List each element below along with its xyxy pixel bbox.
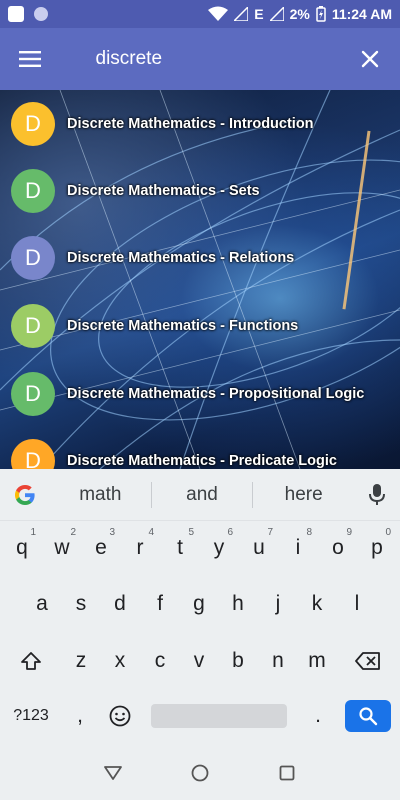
key-p[interactable]: p0: [357, 523, 397, 573]
shift-icon: [21, 652, 41, 670]
emoji-key[interactable]: [100, 691, 140, 741]
key-d[interactable]: d: [100, 579, 140, 629]
wifi-icon: [208, 6, 229, 22]
result-avatar: D: [11, 169, 55, 213]
home-circle-icon: [191, 764, 209, 782]
key-z[interactable]: z: [61, 636, 101, 686]
key-b[interactable]: b: [218, 636, 258, 686]
search-input[interactable]: [59, 39, 341, 79]
result-title: Discrete Mathematics - Relations: [67, 250, 295, 266]
microphone-button[interactable]: [354, 483, 400, 506]
battery-percent: 2%: [289, 6, 310, 22]
result-title: Discrete Mathematics - Propositional Log…: [67, 386, 365, 402]
result-item-propositional-logic[interactable]: D Discrete Mathematics - Propositional L…: [0, 360, 400, 428]
battery-charging-icon: [316, 6, 326, 22]
key-row-1: q1 w2 e3 r4 t5 y6 u7 i8 o9 p0: [0, 523, 400, 573]
key-x[interactable]: x: [100, 636, 140, 686]
key-l[interactable]: l: [337, 579, 377, 629]
network-type-label: E: [254, 6, 264, 22]
key-row-4: ?123 , .: [0, 691, 400, 741]
key-m[interactable]: m: [297, 636, 337, 686]
home-button[interactable]: [180, 753, 220, 793]
result-item-relations[interactable]: D Discrete Mathematics - Relations: [0, 224, 400, 292]
search-icon: [359, 707, 378, 726]
notification-dot-icon: [34, 7, 48, 21]
key-w[interactable]: w2: [42, 523, 82, 573]
back-triangle-icon: [104, 766, 123, 780]
soft-keyboard: math and here q1 w2 e3 r4 t5 y6 u7 i8 o9…: [0, 469, 400, 746]
result-avatar: D: [11, 236, 55, 280]
menu-button[interactable]: [0, 28, 60, 90]
result-item-predicate-logic[interactable]: D Discrete Mathematics - Predicate Logic: [0, 427, 400, 469]
back-button[interactable]: [93, 753, 133, 793]
key-row-2: a s d f g h j k l: [0, 579, 400, 629]
comma-key[interactable]: ,: [62, 691, 98, 741]
status-bar: E 2% 11:24 AM: [0, 0, 400, 28]
result-title: Discrete Mathematics - Sets: [67, 183, 260, 199]
result-item-introduction[interactable]: D Discrete Mathematics - Introduction: [0, 90, 400, 158]
result-avatar: D: [11, 439, 55, 469]
key-c[interactable]: c: [140, 636, 180, 686]
close-icon: [362, 50, 379, 68]
key-t[interactable]: t5: [160, 523, 200, 573]
notification-square-icon: [8, 6, 24, 22]
suggestion-and[interactable]: and: [152, 484, 253, 506]
key-j[interactable]: j: [258, 579, 298, 629]
key-v[interactable]: v: [179, 636, 219, 686]
key-i[interactable]: i8: [278, 523, 318, 573]
result-item-functions[interactable]: D Discrete Mathematics - Functions: [0, 292, 400, 360]
google-logo-icon[interactable]: [0, 483, 50, 507]
search-key[interactable]: [345, 700, 391, 732]
result-title: Discrete Mathematics - Introduction: [67, 116, 314, 132]
emoji-icon: [109, 705, 131, 727]
key-e[interactable]: e3: [81, 523, 121, 573]
key-s[interactable]: s: [61, 579, 101, 629]
key-h[interactable]: h: [218, 579, 258, 629]
period-key[interactable]: .: [298, 691, 338, 741]
result-item-sets[interactable]: D Discrete Mathematics - Sets: [0, 157, 400, 225]
recents-square-icon: [279, 765, 295, 781]
recents-button[interactable]: [267, 753, 307, 793]
signal-strength-icon: [269, 7, 284, 21]
result-avatar: D: [11, 372, 55, 416]
system-navigation-bar: [0, 746, 400, 800]
result-avatar: D: [11, 102, 55, 146]
result-avatar: D: [11, 304, 55, 348]
backspace-key[interactable]: [344, 636, 392, 686]
key-k[interactable]: k: [297, 579, 337, 629]
key-n[interactable]: n: [258, 636, 298, 686]
shift-key[interactable]: [8, 636, 54, 686]
suggestion-here[interactable]: here: [253, 484, 354, 506]
key-row-3: z x c v b n m: [0, 636, 400, 686]
close-search-button[interactable]: [341, 28, 400, 90]
app-bar: [0, 28, 400, 90]
suggestion-bar: math and here: [0, 469, 400, 521]
hamburger-menu-icon: [18, 51, 41, 67]
result-title: Discrete Mathematics - Functions: [67, 318, 299, 334]
result-title: Discrete Mathematics - Predicate Logic: [67, 453, 337, 469]
key-q[interactable]: q1: [2, 523, 42, 573]
signal-icon: [234, 7, 249, 21]
backspace-icon: [355, 652, 380, 670]
key-g[interactable]: g: [179, 579, 219, 629]
suggestion-math[interactable]: math: [50, 484, 151, 506]
microphone-icon: [369, 483, 386, 505]
key-a[interactable]: a: [22, 579, 62, 629]
key-y[interactable]: y6: [199, 523, 239, 573]
search-results-list: D Discrete Mathematics - Introduction D …: [0, 90, 400, 469]
space-key[interactable]: [151, 704, 287, 728]
key-u[interactable]: u7: [239, 523, 279, 573]
symbols-key[interactable]: ?123: [2, 691, 60, 741]
key-r[interactable]: r4: [120, 523, 160, 573]
key-f[interactable]: f: [140, 579, 180, 629]
clock: 11:24 AM: [331, 6, 392, 22]
key-o[interactable]: o9: [318, 523, 358, 573]
